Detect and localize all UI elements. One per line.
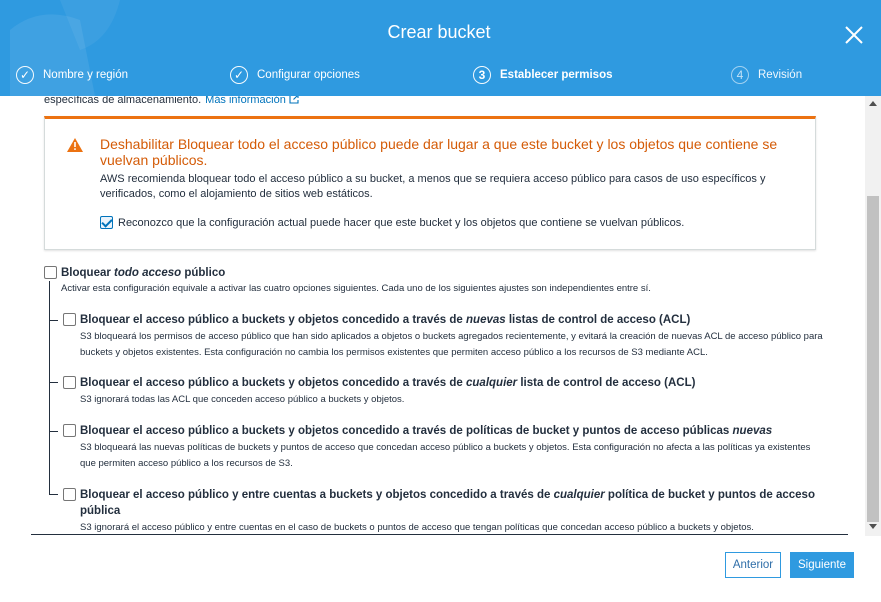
option-description: S3 bloqueará los permisos de acceso públ… — [80, 331, 823, 358]
option-checkbox[interactable] — [63, 424, 76, 437]
tree-branch — [49, 382, 58, 383]
close-icon[interactable] — [843, 24, 865, 46]
option-description: S3 ignorará todas las ACL que conceden a… — [80, 394, 405, 405]
option-checkbox[interactable] — [63, 313, 76, 326]
external-link-icon — [289, 96, 299, 104]
step-label: Revisión — [758, 69, 803, 81]
step-label: Configurar opciones — [257, 69, 360, 81]
more-info-link[interactable]: Más información — [205, 96, 299, 106]
option-new-policies[interactable]: Bloquear el acceso público a buckets y o… — [63, 423, 823, 472]
step-number: 4 — [731, 66, 749, 84]
step-label: Nombre y región — [43, 69, 129, 81]
warning-title: Deshabilitar Bloquear todo el acceso púb… — [100, 136, 778, 168]
option-description: S3 bloqueará las nuevas políticas de buc… — [80, 442, 811, 469]
intro-text-content: específicas de almacenamiento. — [44, 96, 202, 106]
step-review[interactable]: 4 Revisión — [731, 64, 802, 86]
block-all-label: Bloquear todo acceso público — [61, 266, 226, 279]
warning-description: AWS recomienda bloquear todo el acceso p… — [100, 173, 766, 200]
content-scrollbar[interactable] — [865, 96, 881, 536]
warning-icon — [67, 138, 83, 152]
option-checkbox[interactable] — [63, 376, 76, 389]
step-label: Establecer permisos — [500, 69, 613, 81]
step-name-region[interactable]: ✓ Nombre y región — [16, 64, 128, 86]
tree-branch — [49, 494, 58, 495]
scroll-down-icon[interactable] — [869, 524, 877, 529]
option-any-acls[interactable]: Bloquear el acceso público a buckets y o… — [63, 375, 823, 408]
option-label: Bloquear el acceso público a buckets y o… — [80, 314, 691, 326]
public-access-warning: Deshabilitar Bloquear todo el acceso púb… — [44, 116, 816, 250]
tree-branch — [49, 320, 58, 321]
acknowledge-row[interactable]: Reconozco que la configuración actual pu… — [100, 216, 684, 229]
acknowledge-checkbox[interactable] — [100, 216, 113, 229]
step-set-permissions[interactable]: 3 Establecer permisos — [473, 64, 613, 86]
option-any-policies[interactable]: Bloquear el acceso público y entre cuent… — [63, 487, 823, 536]
check-icon: ✓ — [230, 66, 248, 84]
previous-button[interactable]: Anterior — [725, 552, 781, 578]
tree-branch — [49, 431, 58, 432]
option-new-acls[interactable]: Bloquear el acceso público a buckets y o… — [63, 312, 823, 361]
option-label: Bloquear el acceso público a buckets y o… — [80, 377, 696, 389]
acknowledge-label: Reconozco que la configuración actual pu… — [118, 216, 685, 229]
check-icon: ✓ — [16, 66, 34, 84]
step-number: 3 — [473, 66, 491, 84]
dialog-body: específicas de almacenamiento. Más inform… — [0, 96, 865, 536]
block-all-checkbox[interactable] — [44, 266, 57, 279]
intro-text: específicas de almacenamiento. Más inform… — [44, 96, 299, 106]
dialog-title: Crear bucket — [387, 22, 491, 42]
next-button[interactable]: Siguiente — [790, 552, 854, 578]
option-label: Bloquear el acceso público a buckets y o… — [80, 425, 773, 437]
footer-divider — [31, 534, 848, 535]
tree-line — [49, 281, 50, 495]
block-all-public-access-option[interactable]: Bloquear todo acceso público — [44, 266, 225, 279]
scroll-up-icon[interactable] — [869, 101, 877, 106]
option-checkbox[interactable] — [63, 488, 76, 501]
option-label: Bloquear el acceso público y entre cuent… — [80, 489, 815, 517]
block-all-description: Activar esta configuración equivale a ac… — [61, 283, 651, 294]
dialog-header: Crear bucket ✓ Nombre y región ✓ Configu… — [0, 0, 881, 96]
step-configure-options[interactable]: ✓ Configurar opciones — [230, 64, 360, 86]
scroll-thumb[interactable] — [867, 196, 879, 522]
